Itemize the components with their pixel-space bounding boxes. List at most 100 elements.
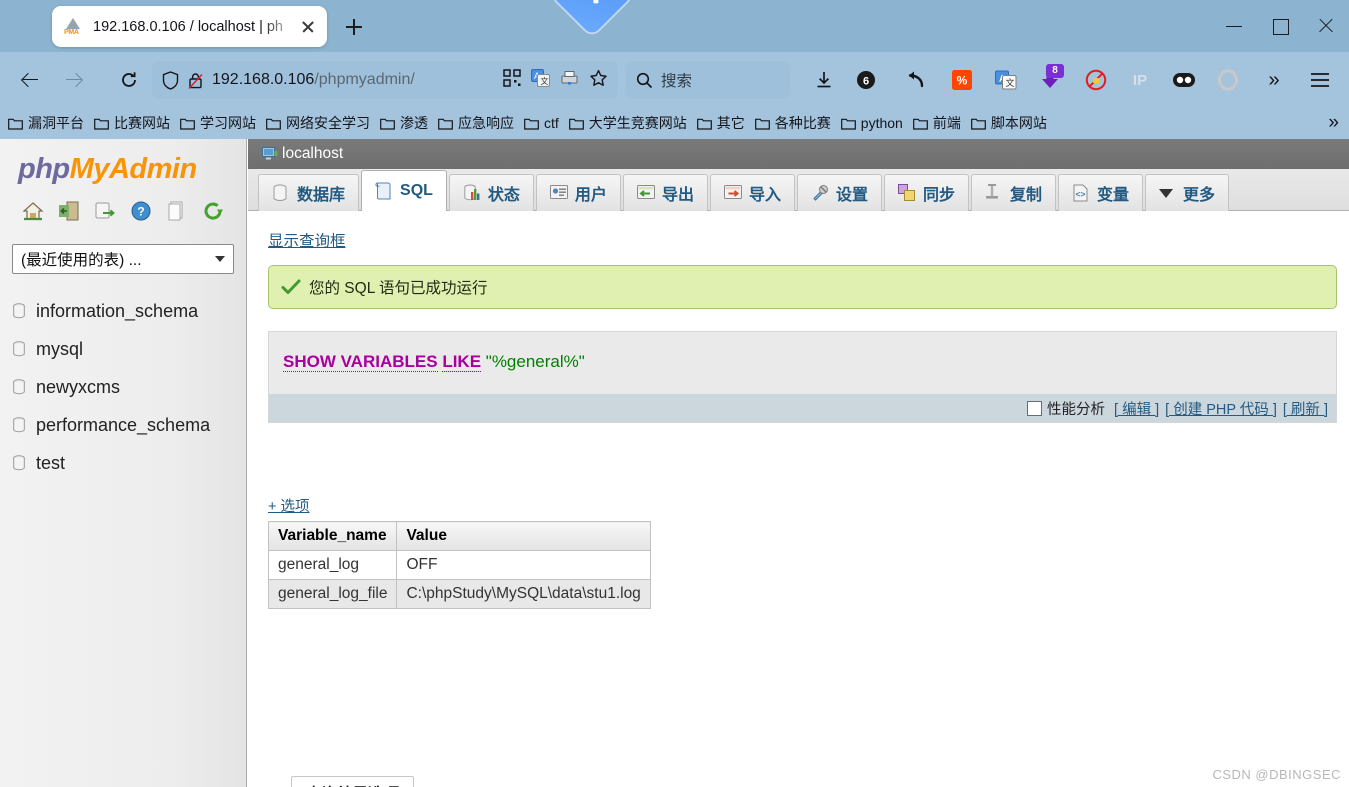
forward-button[interactable] xyxy=(57,63,97,97)
sidebar-icon-row: ? xyxy=(22,200,246,222)
db-item-performance-schema[interactable]: performance_schema xyxy=(8,406,246,444)
folder-icon xyxy=(8,117,23,130)
star-icon[interactable] xyxy=(589,69,608,92)
bookmark-item[interactable]: 各种比赛 xyxy=(754,113,831,133)
home-icon[interactable] xyxy=(22,200,44,222)
edit-query-link[interactable]: [ 编辑 ] xyxy=(1114,398,1159,419)
db-item-newyxcms[interactable]: newyxcms xyxy=(8,368,246,406)
db-label: performance_schema xyxy=(36,414,211,435)
database-icon xyxy=(12,455,26,471)
bookmark-item[interactable]: 脚本网站 xyxy=(970,113,1047,133)
qr-code-icon[interactable] xyxy=(503,68,521,92)
phpmyadmin-logo[interactable]: phpMyAdmin xyxy=(18,153,246,186)
column-header-value[interactable]: Value xyxy=(396,521,651,551)
percent-tool-icon[interactable]: % xyxy=(946,64,978,96)
bookmarks-overflow-button[interactable]: » xyxy=(1328,113,1339,132)
back-button[interactable] xyxy=(10,63,50,97)
broken-lock-icon[interactable] xyxy=(187,71,204,90)
minimize-button[interactable] xyxy=(1211,0,1257,52)
db-item-test[interactable]: test xyxy=(8,444,246,482)
bookmark-item[interactable]: ctf xyxy=(524,115,559,131)
address-bar[interactable]: 192.168.0.106/phpmyadmin/ A 文 xyxy=(152,61,618,99)
show-query-box-link[interactable]: 显示查询框 xyxy=(268,229,1349,251)
bookmark-item[interactable]: 网络安全学习 xyxy=(266,113,370,133)
logout-icon[interactable] xyxy=(58,200,80,222)
bookmark-item[interactable]: 前端 xyxy=(912,113,961,133)
sql-query-text[interactable]: SHOW VARIABLES LIKE "%general%" xyxy=(269,332,1336,394)
tab-sql[interactable]: SQL xyxy=(361,170,447,211)
logo-myadmin: MyAdmin xyxy=(69,153,198,185)
folder-icon xyxy=(380,117,395,130)
recent-tables-select[interactable]: (最近使用的表) ... xyxy=(12,244,234,274)
table-row[interactable]: general_log OFF xyxy=(267,550,651,580)
folder-icon xyxy=(568,117,584,130)
svg-text:文: 文 xyxy=(1006,77,1015,88)
tab-label: 导出 xyxy=(661,187,694,204)
tab-export[interactable]: 导出 xyxy=(622,174,708,211)
cookie-editor-icon[interactable] xyxy=(1168,64,1200,96)
svg-text:?: ? xyxy=(137,205,144,219)
search-input[interactable]: 搜索 xyxy=(626,61,790,99)
results-table: Variable_name Value general_log OFF gene… xyxy=(267,521,651,609)
bookmark-label: 脚本网站 xyxy=(990,115,1047,131)
browser-tab[interactable]: PMA 192.168.0.106 / localhost | ph xyxy=(52,6,327,47)
tab-sync[interactable]: 同步 xyxy=(883,174,969,211)
bookmark-item[interactable]: 应急响应 xyxy=(438,113,514,133)
folder-icon xyxy=(696,117,712,130)
db-item-mysql[interactable]: mysql xyxy=(8,330,246,368)
create-php-code-link[interactable]: [ 创建 PHP 代码 ] xyxy=(1165,398,1277,419)
adblock-icon[interactable]: 6 xyxy=(850,64,882,96)
tab-label: SQL xyxy=(400,182,433,199)
profiling-checkbox[interactable] xyxy=(1027,400,1043,416)
translate-extension-icon[interactable]: A 文 xyxy=(990,64,1022,96)
sql-export-icon[interactable] xyxy=(94,200,116,222)
table-row[interactable]: general_log_file C:\phpStudy\MySQL\data\… xyxy=(267,579,651,609)
db-item-information-schema[interactable]: information_schema xyxy=(8,292,246,330)
downloads-icon[interactable] xyxy=(808,64,840,96)
bookmark-item[interactable]: 漏洞平台 xyxy=(8,113,84,133)
undo-close-tab-icon[interactable] xyxy=(900,64,932,96)
overflow-label: » xyxy=(1268,68,1280,91)
reader-mode-icon[interactable] xyxy=(560,69,579,92)
cell-value: OFF xyxy=(396,550,651,580)
bookmark-item[interactable]: 渗透 xyxy=(380,113,428,133)
opera-extension-icon[interactable] xyxy=(1212,64,1244,96)
download-helper-icon[interactable]: 8 xyxy=(1034,64,1066,96)
bookmark-item[interactable]: 比赛网站 xyxy=(94,113,170,133)
tab-users[interactable]: 用户 xyxy=(535,174,621,211)
tab-status[interactable]: 状态 xyxy=(448,174,534,211)
reload-button[interactable] xyxy=(110,63,150,97)
translate-icon[interactable]: A 文 xyxy=(531,68,550,92)
column-header-variable-name[interactable]: Variable_name xyxy=(267,521,398,551)
bookmark-item[interactable]: 其它 xyxy=(696,113,745,133)
bookmark-item[interactable]: python xyxy=(840,115,903,131)
tab-databases[interactable]: 数据库 xyxy=(258,174,360,211)
tab-settings[interactable]: 设置 xyxy=(796,174,882,211)
reload-icon xyxy=(120,71,138,89)
options-toggle[interactable]: + 选项 xyxy=(268,495,1349,516)
tab-replication[interactable]: 复制 xyxy=(971,174,1057,211)
tab-import[interactable]: 导入 xyxy=(709,174,795,211)
tab-variables[interactable]: <> 变量 xyxy=(1058,174,1144,211)
toolbar-overflow-button[interactable]: » xyxy=(1258,64,1290,96)
chevron-down-icon xyxy=(215,256,225,262)
bookmark-item[interactable]: 大学生竞赛网站 xyxy=(568,113,687,133)
shield-icon[interactable] xyxy=(162,70,179,90)
tab-more[interactable]: 更多 xyxy=(1145,174,1230,211)
help-icon[interactable]: ? xyxy=(130,200,152,222)
bookmark-item[interactable]: 学习网站 xyxy=(180,113,256,133)
docs-icon[interactable] xyxy=(166,200,188,222)
refresh-query-link[interactable]: [ 刷新 ] xyxy=(1283,398,1328,419)
app-menu-button[interactable] xyxy=(1304,64,1336,96)
window-close-button[interactable] xyxy=(1303,0,1349,52)
bookmark-label: 比赛网站 xyxy=(114,115,170,131)
settings-icon xyxy=(811,184,829,202)
ip-extension-icon[interactable]: IP xyxy=(1124,64,1156,96)
new-tab-button[interactable] xyxy=(337,10,371,44)
reload-navigation-icon[interactable] xyxy=(202,200,224,222)
bookmark-label: python xyxy=(860,115,903,131)
maximize-button[interactable] xyxy=(1257,0,1303,52)
script-blocker-icon[interactable] xyxy=(1080,64,1112,96)
close-icon[interactable] xyxy=(297,16,319,38)
chevron-down-icon xyxy=(1159,188,1174,198)
